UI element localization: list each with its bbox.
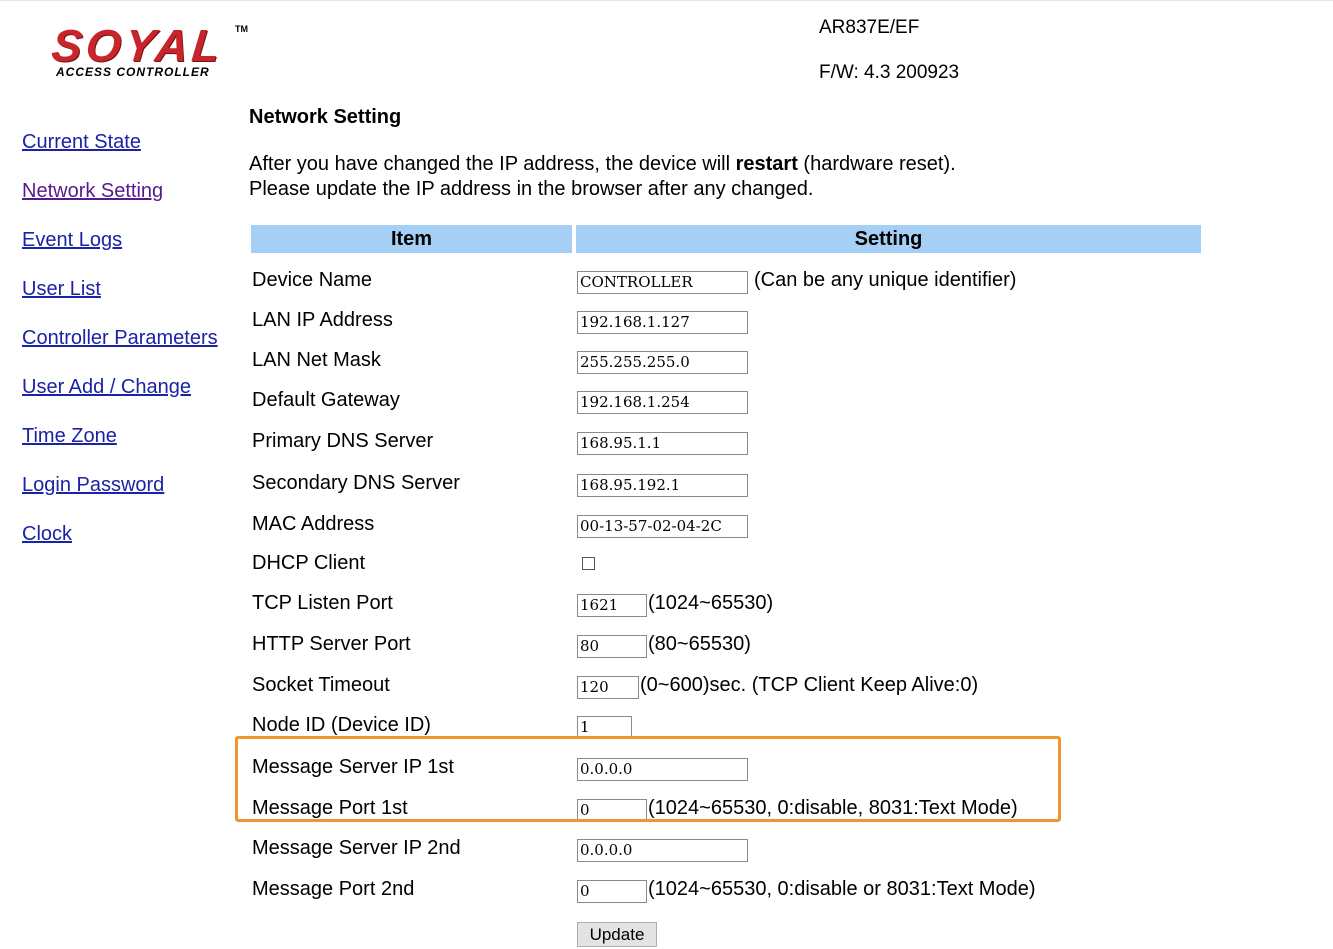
highlight-box-message-server-1st xyxy=(235,736,1061,822)
hint-socket-timeout: (0~600)sec. (TCP Client Keep Alive:0) xyxy=(640,674,979,696)
logo-subtitle: ACCESS CONTROLLER xyxy=(56,65,210,79)
row-device-name: Device Name CONTROLLER (Can be any uniqu… xyxy=(252,268,1202,298)
row-primary-dns: Primary DNS Server 168.95.1.1 xyxy=(252,429,1202,459)
sidebar-link-user-list[interactable]: User List xyxy=(22,275,218,324)
net-mask-input[interactable]: 255.255.255.0 xyxy=(577,351,748,374)
label-default-gateway: Default Gateway xyxy=(252,389,400,411)
table-header-item: Item xyxy=(251,225,572,253)
row-default-gateway: Default Gateway 192.168.1.254 xyxy=(252,388,1202,418)
label-node-id: Node ID (Device ID) xyxy=(252,714,431,736)
primary-dns-input[interactable]: 168.95.1.1 xyxy=(577,432,748,455)
restart-note: After you have changed the IP address, t… xyxy=(249,152,956,202)
lan-ip-input[interactable]: 192.168.1.127 xyxy=(577,311,748,334)
sidebar-link-current-state[interactable]: Current State xyxy=(22,128,218,177)
sidebar-link-event-logs[interactable]: Event Logs xyxy=(22,226,218,275)
sidebar-link-time-zone[interactable]: Time Zone xyxy=(22,422,218,471)
label-socket-timeout: Socket Timeout xyxy=(252,674,390,696)
note-text-end: (hardware reset). xyxy=(797,153,956,175)
label-device-name: Device Name xyxy=(252,269,373,291)
row-net-mask: LAN Net Mask 255.255.255.0 xyxy=(252,348,1202,378)
device-model: AR837E/EF xyxy=(819,17,920,38)
hint-http-server-port: (80~65530) xyxy=(648,633,751,655)
label-secondary-dns: Secondary DNS Server xyxy=(252,472,460,494)
default-gateway-input[interactable]: 192.168.1.254 xyxy=(577,391,748,414)
soyal-logo: SOYAL TM ACCESS CONTROLLER xyxy=(49,20,252,82)
row-mac-address: MAC Address 00-13-57-02-04-2C xyxy=(252,512,1202,542)
row-http-server-port: HTTP Server Port 80 (80~65530) xyxy=(252,632,1202,662)
label-primary-dns: Primary DNS Server xyxy=(252,430,434,452)
dhcp-client-checkbox[interactable] xyxy=(582,557,595,570)
row-secondary-dns: Secondary DNS Server 168.95.192.1 xyxy=(252,471,1202,501)
sidebar-link-clock[interactable]: Clock xyxy=(22,520,218,569)
row-message-port-2nd: Message Port 2nd 0 (1024~65530, 0:disabl… xyxy=(252,877,1202,907)
hint-tcp-listen-port: (1024~65530) xyxy=(648,592,774,614)
logo-wordmark: SOYAL xyxy=(49,20,227,71)
table-header-setting: Setting xyxy=(576,225,1201,253)
sidebar-link-controller-parameters[interactable]: Controller Parameters xyxy=(22,324,218,373)
row-socket-timeout: Socket Timeout 120 (0~600)sec. (TCP Clie… xyxy=(252,673,1202,703)
label-http-server-port: HTTP Server Port xyxy=(252,633,411,655)
label-dhcp-client: DHCP Client xyxy=(252,552,365,574)
tcp-listen-port-input[interactable]: 1621 xyxy=(577,594,647,617)
hint-device-name: (Can be any unique identifier) xyxy=(754,269,1017,291)
logo-trademark: TM xyxy=(235,24,248,34)
note-text-start: After you have changed the IP address, t… xyxy=(249,153,736,175)
row-lan-ip: LAN IP Address 192.168.1.127 xyxy=(252,308,1202,338)
message-port-2nd-input[interactable]: 0 xyxy=(577,880,647,903)
note-line-2: Please update the IP address in the brow… xyxy=(249,178,814,200)
sidebar-link-login-password[interactable]: Login Password xyxy=(22,471,218,520)
sidebar-link-user-add-change[interactable]: User Add / Change xyxy=(22,373,218,422)
label-net-mask: LAN Net Mask xyxy=(252,349,381,371)
sidebar-link-network-setting[interactable]: Network Setting xyxy=(22,177,218,226)
update-button[interactable]: Update xyxy=(577,922,657,947)
label-message-port-2nd: Message Port 2nd xyxy=(252,878,415,900)
sidebar-nav: Current State Network Setting Event Logs… xyxy=(22,128,218,569)
message-server-ip-2nd-input[interactable]: 0.0.0.0 xyxy=(577,839,748,862)
hint-message-port-2nd: (1024~65530, 0:disable or 8031:Text Mode… xyxy=(648,878,1036,900)
page-title: Network Setting xyxy=(249,106,402,128)
row-tcp-listen-port: TCP Listen Port 1621 (1024~65530) xyxy=(252,591,1202,621)
page: SOYAL TM ACCESS CONTROLLER AR837E/EF F/W… xyxy=(0,0,1333,949)
top-divider xyxy=(0,0,1333,1)
label-tcp-listen-port: TCP Listen Port xyxy=(252,592,393,614)
label-message-server-ip-2nd: Message Server IP 2nd xyxy=(252,837,461,859)
label-lan-ip: LAN IP Address xyxy=(252,309,393,331)
firmware-version: F/W: 4.3 200923 xyxy=(819,62,960,83)
secondary-dns-input[interactable]: 168.95.192.1 xyxy=(577,474,748,497)
row-message-server-ip-2nd: Message Server IP 2nd 0.0.0.0 xyxy=(252,836,1202,866)
device-name-input[interactable]: CONTROLLER xyxy=(577,271,748,294)
http-server-port-input[interactable]: 80 xyxy=(577,635,647,658)
row-dhcp-client: DHCP Client xyxy=(252,551,1202,581)
socket-timeout-input[interactable]: 120 xyxy=(577,676,639,699)
note-restart-emphasis: restart xyxy=(735,153,798,175)
mac-address-input[interactable]: 00-13-57-02-04-2C xyxy=(577,515,748,538)
label-mac-address: MAC Address xyxy=(252,513,375,535)
